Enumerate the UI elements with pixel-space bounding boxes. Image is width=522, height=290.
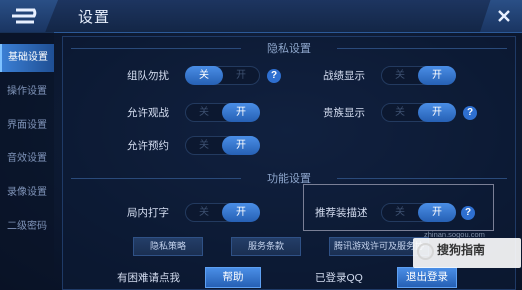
divider — [71, 48, 241, 49]
sogou-logo-icon — [417, 243, 434, 260]
page-title: 设置 — [78, 9, 111, 26]
sidebar: 基础设置 操作设置 界面设置 音效设置 录像设置 二级密码 — [0, 32, 54, 290]
allow-spectate-toggle[interactable]: 关 开 — [185, 103, 260, 122]
noble-display-toggle[interactable]: 关 开 — [381, 103, 456, 122]
allow-reservation-label: 允许预约 — [127, 140, 169, 152]
team-dnd-toggle[interactable]: 关 开 — [185, 66, 260, 85]
toggle-on-option[interactable]: 开 — [222, 136, 260, 155]
toggle-off-option[interactable]: 关 — [381, 66, 419, 85]
watermark-text: 搜狗指南 — [437, 243, 486, 257]
ingame-typing-label: 局内打字 — [127, 207, 169, 219]
stats-display-toggle[interactable]: 关 开 — [381, 66, 456, 85]
sidebar-item-sound[interactable]: 音效设置 — [0, 145, 54, 173]
help-button[interactable]: 帮助 — [205, 267, 261, 288]
divider — [337, 178, 507, 179]
toggle-on-option[interactable]: 开 — [222, 203, 260, 222]
toggle-on-option[interactable]: 开 — [418, 103, 456, 122]
logout-button[interactable]: 退出登录 — [397, 267, 457, 288]
ingame-typing-toggle[interactable]: 关 开 — [185, 203, 260, 222]
toggle-off-option[interactable]: 关 — [185, 203, 223, 222]
allow-spectate-label: 允许观战 — [127, 107, 169, 119]
close-icon — [498, 10, 510, 22]
divider — [71, 178, 241, 179]
toggle-on-option[interactable]: 开 — [222, 66, 260, 85]
toggle-off-option[interactable]: 关 — [381, 103, 419, 122]
stats-display-label: 战绩显示 — [323, 70, 365, 82]
toggle-on-option[interactable]: 开 — [418, 66, 456, 85]
toggle-on-option[interactable]: 开 — [418, 203, 456, 222]
sidebar-item-controls[interactable]: 操作设置 — [0, 78, 54, 106]
recommended-build-desc-toggle[interactable]: 关 开 — [381, 203, 456, 222]
help-icon[interactable]: ? — [267, 69, 281, 83]
toggle-on-option[interactable]: 开 — [222, 103, 260, 122]
help-icon[interactable]: ? — [463, 106, 477, 120]
sidebar-item-secondary-password[interactable]: 二级密码 — [0, 213, 54, 241]
sidebar-item-interface[interactable]: 界面设置 — [0, 112, 54, 140]
login-status-text: 已登录QQ — [315, 272, 363, 284]
help-prompt-text: 有困难请点我 — [117, 272, 180, 284]
section-title-privacy: 隐私设置 — [267, 43, 311, 55]
divider — [337, 48, 507, 49]
allow-reservation-toggle[interactable]: 关 开 — [185, 136, 260, 155]
sidebar-item-replay[interactable]: 录像设置 — [0, 179, 54, 207]
sogou-watermark: 搜狗指南 — [413, 238, 521, 268]
toggle-off-option[interactable]: 关 — [185, 103, 223, 122]
privacy-policy-button[interactable]: 隐私策略 — [133, 237, 203, 256]
help-icon[interactable]: ? — [461, 206, 475, 220]
recommended-build-desc-label: 推荐装描述 — [315, 207, 368, 219]
toggle-off-option[interactable]: 关 — [185, 66, 223, 85]
terms-of-service-button[interactable]: 服务条款 — [231, 237, 301, 256]
toggle-off-option[interactable]: 关 — [185, 136, 223, 155]
watermark-url: zhinan.sogou.com — [424, 230, 485, 239]
toggle-off-option[interactable]: 关 — [381, 203, 419, 222]
back-arrow-icon — [12, 8, 37, 24]
sidebar-item-basic[interactable]: 基础设置 — [0, 44, 54, 72]
team-dnd-label: 组队勿扰 — [127, 70, 169, 82]
noble-display-label: 贵族显示 — [323, 107, 365, 119]
